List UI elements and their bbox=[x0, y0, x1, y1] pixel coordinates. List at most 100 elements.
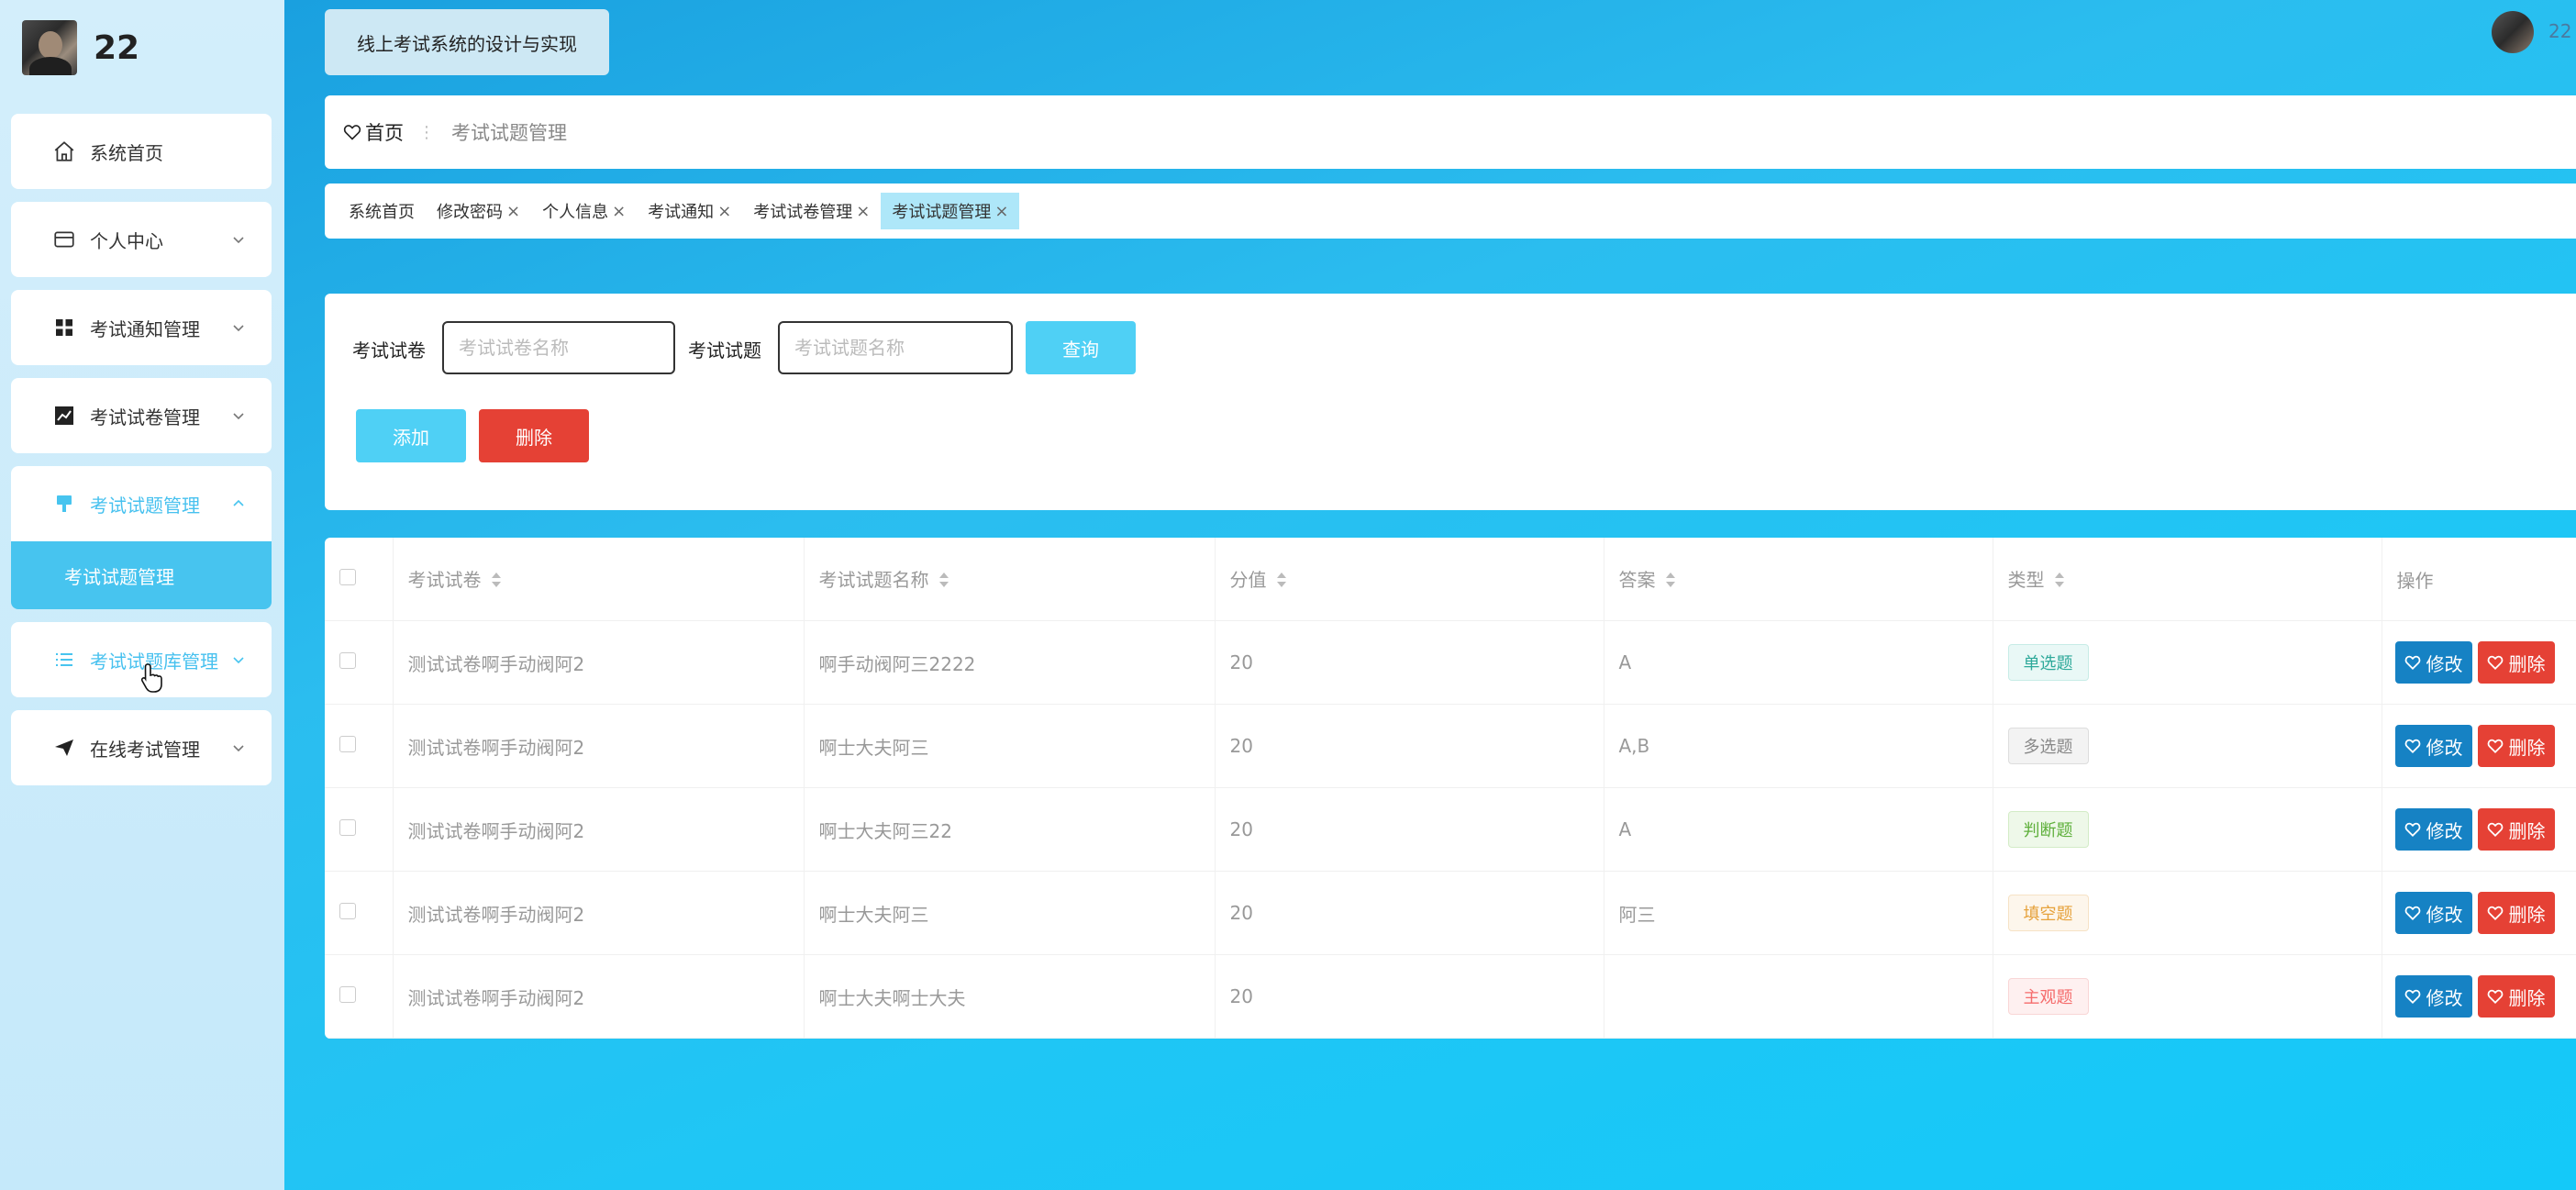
top-avatar[interactable] bbox=[2492, 11, 2534, 53]
table-row: 测试试卷啊手动阀阿2 啊士大夫阿三 20 阿三 填空题 修改 删除 bbox=[325, 871, 2576, 955]
row-checkbox[interactable] bbox=[339, 652, 356, 669]
sidebar-item-label: 考试试题管理 bbox=[90, 494, 200, 517]
sidebar: 22 系统首页 个人中心 考试通知管理 考试试卷管理 考试试题管理 考试试题管理… bbox=[0, 0, 284, 1190]
cell-score: 20 bbox=[1215, 704, 1604, 788]
close-icon[interactable]: × bbox=[856, 202, 870, 221]
chart-icon bbox=[51, 403, 77, 428]
close-icon[interactable]: × bbox=[506, 202, 520, 221]
cell-paper: 测试试卷啊手动阀阿2 bbox=[393, 871, 805, 955]
heart-icon bbox=[2404, 655, 2420, 671]
cell-question: 啊士大夫阿三 bbox=[804, 871, 1216, 955]
tab-label: 系统首页 bbox=[349, 203, 415, 222]
cell-question: 啊士大夫阿三 bbox=[804, 704, 1216, 788]
sort-icon[interactable] bbox=[1276, 571, 1287, 593]
sidebar-item-home[interactable]: 系统首页 bbox=[11, 114, 272, 189]
sort-icon[interactable] bbox=[938, 571, 949, 593]
sidebar-item-online-exam[interactable]: 在线考试管理 bbox=[11, 710, 272, 785]
sidebar-item-label: 考试通知管理 bbox=[90, 317, 200, 340]
column-label: 考试试卷 bbox=[407, 569, 482, 592]
heart-icon bbox=[2487, 989, 2503, 1005]
row-checkbox[interactable] bbox=[339, 819, 356, 836]
cell-paper: 测试试卷啊手动阀阿2 bbox=[393, 620, 805, 705]
edit-button[interactable]: 修改 bbox=[2394, 975, 2472, 1018]
table-header-row: 考试试卷 考试试题名称 分值 答案 类型 操作 bbox=[325, 538, 2576, 621]
select-all-checkbox[interactable] bbox=[339, 569, 356, 585]
breadcrumb-home-label: 首页 bbox=[365, 122, 404, 144]
close-icon[interactable]: × bbox=[612, 202, 626, 221]
add-button[interactable]: 添加 bbox=[356, 409, 466, 462]
delete-button[interactable]: 删除 bbox=[2477, 808, 2555, 851]
avatar[interactable] bbox=[22, 20, 77, 75]
question-search-input[interactable] bbox=[778, 321, 1013, 374]
sidebar-item-label: 个人中心 bbox=[90, 229, 163, 252]
row-select-cell bbox=[325, 954, 394, 1039]
sidebar-item-profile[interactable]: 个人中心 bbox=[11, 202, 272, 277]
search-panel: 考试试卷 考试试题 查询 添加 删除 bbox=[325, 294, 2576, 510]
cell-answer: 阿三 bbox=[1604, 871, 1993, 955]
row-checkbox[interactable] bbox=[339, 986, 356, 1003]
top-username[interactable]: 22 bbox=[2548, 20, 2576, 42]
heart-icon bbox=[2404, 906, 2420, 921]
chevron-down-icon bbox=[231, 650, 246, 672]
tab-personal-info[interactable]: 个人信息 × bbox=[531, 193, 637, 229]
chevron-down-icon bbox=[231, 317, 246, 339]
delete-button[interactable]: 删除 bbox=[2477, 975, 2555, 1018]
hand-cursor-icon bbox=[139, 662, 165, 697]
cell-question: 啊手动阀阿三2222 bbox=[804, 620, 1216, 705]
row-checkbox[interactable] bbox=[339, 736, 356, 752]
cell-question: 啊士大夫阿三22 bbox=[804, 787, 1216, 872]
breadcrumb-home[interactable]: 首页 bbox=[343, 118, 404, 146]
close-icon[interactable]: × bbox=[717, 202, 731, 221]
sort-icon[interactable] bbox=[2054, 571, 2065, 593]
delete-button[interactable]: 删除 bbox=[2477, 725, 2555, 767]
heart-icon bbox=[2404, 989, 2420, 1005]
edit-button[interactable]: 修改 bbox=[2394, 892, 2472, 934]
paper-search-input[interactable] bbox=[442, 321, 675, 374]
column-label: 操作 bbox=[2396, 569, 2434, 592]
tab-change-password[interactable]: 修改密码 × bbox=[426, 193, 531, 229]
edit-button[interactable]: 修改 bbox=[2394, 808, 2472, 851]
table-row: 测试试卷啊手动阀阿2 啊士大夫阿三22 20 A 判断题 修改 删除 bbox=[325, 787, 2576, 872]
column-label: 类型 bbox=[2007, 569, 2045, 592]
cell-question: 啊士大夫啊士大夫 bbox=[804, 954, 1216, 1039]
sidebar-item-notice[interactable]: 考试通知管理 bbox=[11, 290, 272, 365]
sort-icon[interactable] bbox=[1665, 571, 1676, 593]
delete-label: 删除 bbox=[2508, 652, 2546, 675]
close-icon[interactable]: × bbox=[994, 202, 1008, 221]
sidebar-subitem-question[interactable]: 考试试题管理 bbox=[11, 541, 272, 609]
sidebar-item-paper[interactable]: 考试试卷管理 bbox=[11, 378, 272, 453]
brand: 22 bbox=[22, 18, 139, 77]
edit-label: 修改 bbox=[2426, 736, 2463, 759]
tab-home[interactable]: 系统首页 bbox=[338, 193, 426, 229]
tab-paper-management[interactable]: 考试试卷管理 × bbox=[742, 193, 881, 229]
column-header-type[interactable]: 类型 bbox=[1993, 538, 2382, 621]
list-icon bbox=[51, 647, 77, 673]
heart-icon bbox=[2404, 739, 2420, 754]
cell-type: 判断题 bbox=[1993, 787, 2382, 872]
sort-icon[interactable] bbox=[491, 571, 502, 593]
main-area: 线上考试系统的设计与实现 22 首页 ⋮ 考试试题管理 系统首页 修改密码 × 个… bbox=[284, 0, 2576, 1190]
row-select-cell bbox=[325, 704, 394, 788]
tab-exam-notice[interactable]: 考试通知 × bbox=[637, 193, 742, 229]
edit-button[interactable]: 修改 bbox=[2394, 641, 2472, 684]
row-checkbox[interactable] bbox=[339, 903, 356, 919]
batch-delete-button[interactable]: 删除 bbox=[479, 409, 589, 462]
cell-actions: 修改 删除 bbox=[2382, 871, 2576, 955]
edit-button[interactable]: 修改 bbox=[2394, 725, 2472, 767]
tab-label: 个人信息 bbox=[542, 203, 609, 222]
query-button[interactable]: 查询 bbox=[1026, 321, 1136, 374]
delete-button[interactable]: 删除 bbox=[2477, 892, 2555, 934]
delete-button[interactable]: 删除 bbox=[2477, 641, 2555, 684]
tab-question-management[interactable]: 考试试题管理 × bbox=[881, 193, 1020, 229]
cell-answer bbox=[1604, 954, 1993, 1039]
breadcrumb-separator-icon: ⋮ bbox=[418, 122, 435, 142]
column-header-answer[interactable]: 答案 bbox=[1604, 538, 1993, 621]
sidebar-item-question[interactable]: 考试试题管理 bbox=[11, 466, 272, 541]
tab-label: 考试通知 bbox=[648, 203, 715, 222]
column-header-score[interactable]: 分值 bbox=[1215, 538, 1604, 621]
column-header-paper[interactable]: 考试试卷 bbox=[393, 538, 805, 621]
column-header-question[interactable]: 考试试题名称 bbox=[804, 538, 1216, 621]
cell-answer: A,B bbox=[1604, 704, 1993, 788]
cell-actions: 修改 删除 bbox=[2382, 620, 2576, 705]
heart-icon bbox=[343, 125, 361, 140]
